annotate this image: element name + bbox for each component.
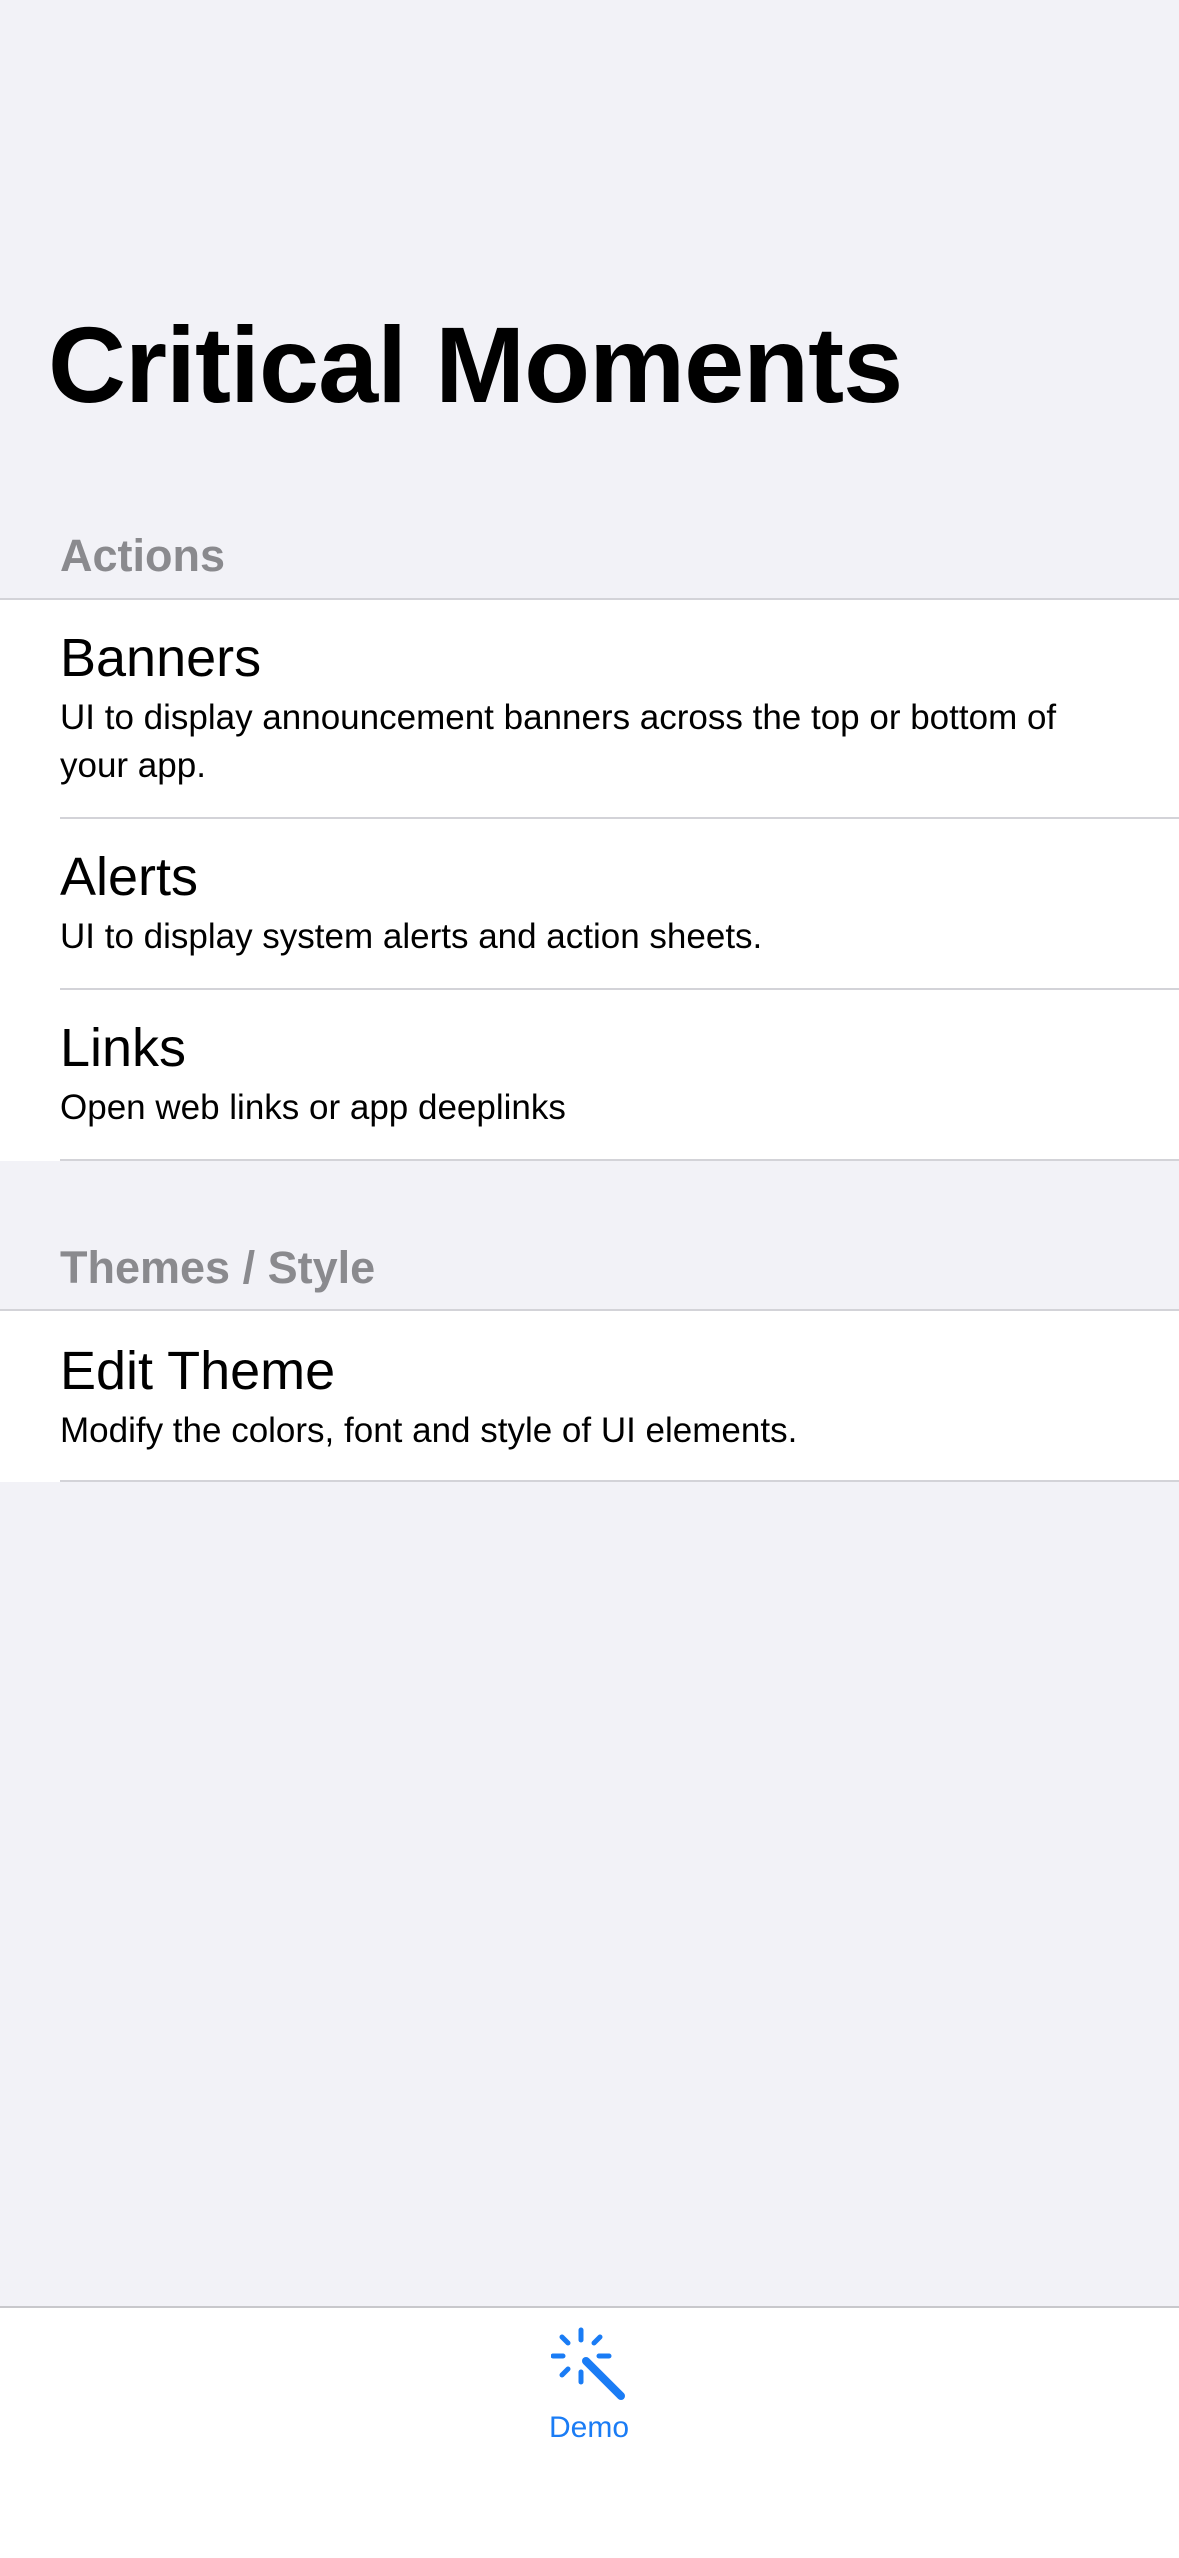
links-subtitle: Open web links or app deeplinks [60,1088,566,1127]
row-separator [60,1480,1179,1482]
list-item-alerts[interactable]: Alerts UI to display system alerts and a… [0,819,1179,990]
section-header-actions: Actions [60,530,226,581]
tab-bar: Demo [0,2306,1179,2558]
list-item-links[interactable]: Links Open web links or app deeplinks [0,990,1179,1161]
tab-demo-label: Demo [548,2411,630,2444]
row-separator [60,1159,1179,1161]
links-title: Links [60,1018,187,1078]
section-header-themes-style: Themes / Style [60,1242,376,1293]
alerts-title: Alerts [60,847,199,907]
page-title: Critical Moments [48,304,903,425]
list-item-edit-theme[interactable]: Edit Theme Modify the colors, font and s… [0,1311,1179,1482]
tab-demo[interactable]: Demo [489,2326,689,2466]
magic-wand-icon [551,2327,625,2400]
banners-title: Banners [60,628,262,688]
edit-theme-title: Edit Theme [60,1341,336,1401]
edit-theme-subtitle: Modify the colors, font and style of UI … [60,1411,798,1450]
actions-list: Banners UI to display announcement banne… [0,598,1179,1161]
list-item-banners[interactable]: Banners UI to display announcement banne… [0,600,1179,819]
banners-subtitle: UI to display announcement banners acros… [60,698,1057,785]
themes-list: Edit Theme Modify the colors, font and s… [0,1309,1179,1482]
alerts-subtitle: UI to display system alerts and action s… [60,917,763,956]
